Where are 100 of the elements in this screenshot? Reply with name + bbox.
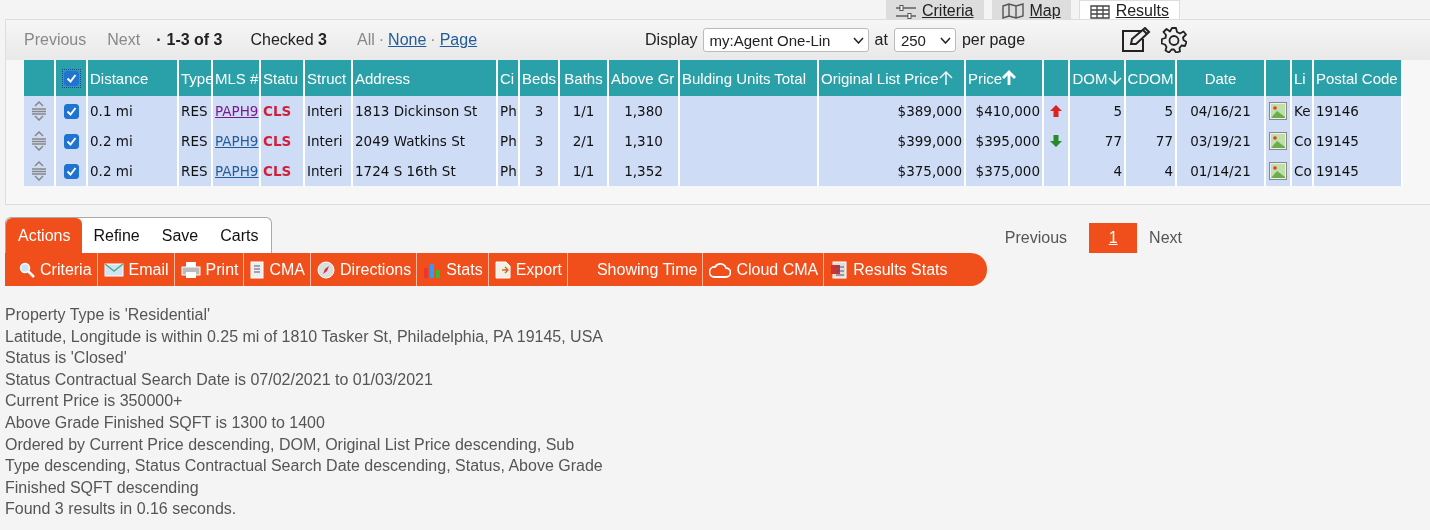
checkbox[interactable]	[63, 133, 79, 149]
table-cell: 0.2 mi	[88, 156, 179, 186]
settings-icon[interactable]	[1161, 27, 1188, 53]
checkbox[interactable]	[63, 163, 79, 179]
table-cell: 1724 S 16th St	[353, 156, 498, 186]
select-none-link[interactable]: None	[388, 31, 427, 49]
view-tab[interactable]: Criteria	[885, 0, 984, 19]
table-cell: 2049 Watkins St	[353, 126, 498, 156]
action-button[interactable]: Print	[174, 253, 245, 286]
table-cell: 03/19/21	[1177, 126, 1266, 156]
action-button[interactable]: Directions	[311, 253, 418, 286]
table-cell: 1813 Dickinson St	[353, 96, 498, 126]
table-cell: 5	[1070, 96, 1126, 126]
column-header[interactable]: Original List Price	[819, 60, 966, 96]
table-cell: Ke	[1292, 96, 1314, 126]
table-cell: RES	[179, 156, 213, 186]
action-button[interactable]: Export	[488, 253, 568, 286]
action-button[interactable]: Stats	[417, 253, 489, 286]
per-page-select[interactable]: 250	[893, 28, 956, 52]
action-button[interactable]: Cloud CMA	[703, 253, 825, 286]
photo-icon[interactable]	[1269, 162, 1287, 180]
mls-link[interactable]: PAPH9	[215, 103, 259, 119]
action-tab[interactable]: Carts	[209, 218, 270, 253]
table-cell: Co	[1292, 156, 1314, 186]
page-number[interactable]: 1	[1089, 223, 1138, 253]
per-page-label: per page	[961, 31, 1026, 49]
photo-icon[interactable]	[1269, 102, 1287, 120]
bar-chart-icon	[423, 261, 442, 278]
table-cell: CLS	[261, 96, 305, 126]
caret-icon	[939, 36, 951, 44]
table-cell: $375,000	[819, 156, 966, 186]
column-header[interactable]: Above Gr	[609, 60, 680, 96]
view-tab[interactable]: Results	[1078, 0, 1180, 19]
criteria-line: Above Grade Finished SQFT is 1300 to 1400	[5, 412, 326, 433]
criteria-line: Found 3 results in 0.16 seconds.	[5, 499, 238, 520]
photo-icon[interactable]	[1269, 132, 1287, 150]
display-label: Display	[645, 31, 698, 49]
table-cell: $375,000	[966, 156, 1044, 186]
column-header[interactable]: MLS #	[213, 60, 261, 96]
action-tab[interactable]: Refine	[82, 218, 151, 253]
table-cell: 2/1	[560, 126, 609, 156]
table-cell: 4	[1126, 156, 1177, 186]
action-button[interactable]: Results Stats	[824, 253, 953, 286]
table-cell: $395,000	[966, 126, 1044, 156]
previous-link[interactable]: Previous	[24, 31, 87, 49]
separator-dot: ·	[430, 31, 436, 49]
display-select[interactable]: my:Agent One-Lin	[702, 28, 869, 52]
drag-handle-icon[interactable]	[31, 161, 47, 181]
action-button[interactable]: CMA	[244, 253, 312, 286]
column-header[interactable]: Postal Code	[1314, 60, 1403, 96]
column-header[interactable]: Baths	[560, 60, 609, 96]
table-cell: 0.2 mi	[88, 126, 179, 156]
table-cell: $410,000	[966, 96, 1044, 126]
criteria-line: Status Contractual Search Date is 07/02/2021 to 01/03/2021	[5, 369, 434, 390]
action-tab[interactable]: Actions	[6, 218, 83, 253]
mls-link[interactable]: PAPH9	[215, 163, 259, 179]
checkbox[interactable]	[64, 70, 79, 86]
column-header[interactable]: DOM	[1070, 60, 1126, 96]
table-cell: 1/1	[560, 156, 609, 186]
drag-handle-icon[interactable]	[31, 131, 47, 151]
criteria-line: Latitude, Longitude is within 0.25 mi of 1810 Tasker St, Philadelphia, PA 19145, USA	[5, 326, 604, 347]
table-cell: CLS	[261, 126, 305, 156]
column-header[interactable]: Ci	[498, 60, 520, 96]
table-cell: 1,352	[609, 156, 680, 186]
select-all-link[interactable]: All	[357, 31, 375, 49]
drag-handle-icon[interactable]	[31, 101, 47, 121]
column-header[interactable]: Distance	[88, 60, 179, 96]
column-header[interactable]: Date	[1177, 60, 1266, 96]
compass-icon	[317, 260, 336, 279]
table-cell: 5	[1126, 96, 1177, 126]
select-page-link[interactable]: Page	[439, 31, 478, 49]
column-header[interactable]: Bulding Units Total	[680, 60, 819, 96]
column-header[interactable]: Price	[966, 60, 1044, 96]
table-cell: $389,000	[819, 96, 966, 126]
action-button[interactable]: Criteria	[13, 253, 98, 286]
column-header[interactable]: Beds	[520, 60, 560, 96]
caret-icon	[852, 36, 864, 44]
action-button[interactable]: Email	[97, 253, 175, 286]
edit-icon[interactable]	[1121, 27, 1152, 53]
checkbox[interactable]	[63, 103, 79, 119]
previous-page-link[interactable]: Previous	[1004, 229, 1068, 247]
mls-link[interactable]: PAPH9	[215, 133, 259, 149]
column-header[interactable]: Statu	[261, 60, 305, 96]
action-tab[interactable]: Save	[150, 218, 210, 253]
action-button[interactable]: Showing Time	[567, 253, 704, 286]
checked-count: Checked 3	[250, 31, 327, 49]
next-page-link[interactable]: Next	[1149, 229, 1182, 247]
table-cell: 3	[520, 156, 560, 186]
table-cell: Ph	[498, 126, 520, 156]
column-header[interactable]: Struct	[305, 60, 353, 96]
page-arrow-icon	[494, 260, 511, 279]
table-cell: Ph	[498, 156, 520, 186]
column-header[interactable]: CDOM	[1126, 60, 1177, 96]
column-header[interactable]: Address	[353, 60, 498, 96]
criteria-line: Property Type is 'Residential'	[5, 305, 212, 325]
next-link[interactable]: Next	[107, 31, 141, 49]
view-tab[interactable]: Map	[991, 0, 1071, 19]
result-range: 1-3 of 3	[166, 31, 223, 49]
column-header[interactable]: Li	[1292, 60, 1314, 96]
table-cell: Interi	[305, 96, 353, 126]
